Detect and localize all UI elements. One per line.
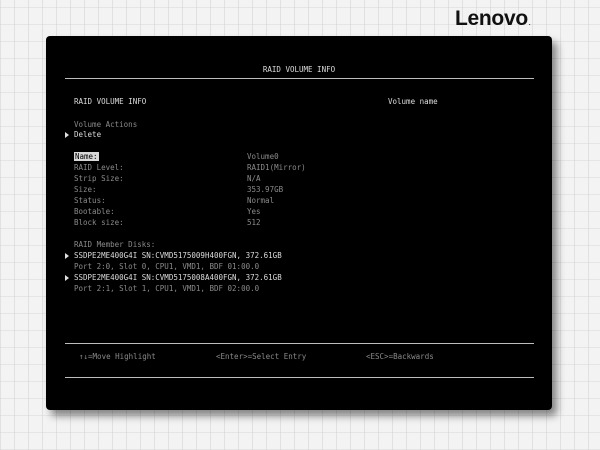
field-label-status: Status: xyxy=(74,196,106,205)
footer-top-divider xyxy=(65,343,534,344)
field-label-name[interactable]: Name: xyxy=(74,152,99,162)
delete-arrow-icon xyxy=(65,132,69,138)
footer-move-highlight: ↑↓=Move Highlight xyxy=(79,352,156,361)
member-disk-1[interactable]: SSDPE2ME400G4I SN:CVMD5175009H400FGN, 37… xyxy=(74,251,282,261)
field-label-raid-level: RAID Level: xyxy=(74,163,124,172)
field-value-raid-level: RAID1(Mirror) xyxy=(247,163,306,172)
brand-dot: . xyxy=(528,21,531,27)
member-disk-2[interactable]: SSDPE2ME400G4I SN:CVMD5175008A400FGN, 37… xyxy=(74,273,282,283)
name-highlight: Name: xyxy=(74,152,99,161)
disk-2-arrow-icon xyxy=(65,275,69,281)
delete-action[interactable]: Delete xyxy=(74,130,101,140)
field-label-strip-size: Strip Size: xyxy=(74,174,124,183)
lenovo-logo: Lenovo. xyxy=(455,7,531,31)
help-text: Volume name xyxy=(388,97,438,106)
volume-actions-label: Volume Actions xyxy=(74,120,138,129)
disk-1-arrow-icon xyxy=(65,253,69,259)
footer-bottom-divider xyxy=(65,377,534,378)
member-disk-2-port: Port 2:1, Slot 1, CPU1, VMD1, BDF 02:00.… xyxy=(74,284,260,293)
footer-backwards: <ESC>=Backwards xyxy=(366,352,434,361)
footer-select-entry: <Enter>=Select Entry xyxy=(216,352,307,361)
field-label-block-size: Block size: xyxy=(74,218,124,227)
field-value-bootable: Yes xyxy=(247,207,261,216)
field-value-size: 353.97GB xyxy=(247,185,284,194)
screen-title: RAID VOLUME INFO xyxy=(262,65,336,74)
field-value-block-size: 512 xyxy=(247,218,261,227)
member-disk-1-port: Port 2:0, Slot 0, CPU1, VMD1, BDF 01:00.… xyxy=(74,262,260,271)
brand-name: Lenovo xyxy=(455,7,528,30)
section-title: RAID VOLUME INFO xyxy=(74,97,147,106)
field-value-name: Volume0 xyxy=(247,152,279,161)
field-value-strip-size: N/A xyxy=(247,174,261,183)
field-label-bootable: Bootable: xyxy=(74,207,115,216)
title-divider xyxy=(65,78,534,79)
field-value-status: Normal xyxy=(247,196,275,205)
member-disks-label: RAID Member Disks: xyxy=(74,240,156,249)
field-label-size: Size: xyxy=(74,185,97,194)
bios-screen: RAID VOLUME INFO RAID VOLUME INFO Volume… xyxy=(46,36,552,410)
